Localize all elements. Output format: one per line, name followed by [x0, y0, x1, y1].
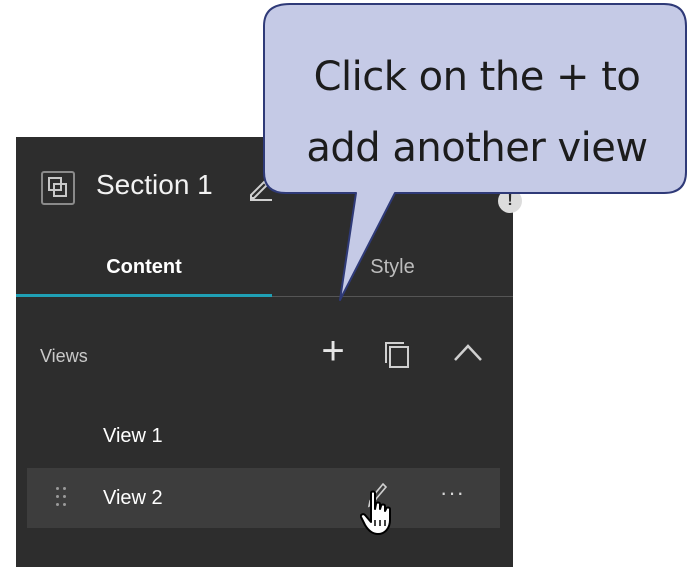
callout-line-2: add another view: [306, 125, 648, 171]
callout-text: Click on the + to add another view: [282, 42, 672, 184]
callout-line-1: Click on the + to: [313, 54, 641, 100]
